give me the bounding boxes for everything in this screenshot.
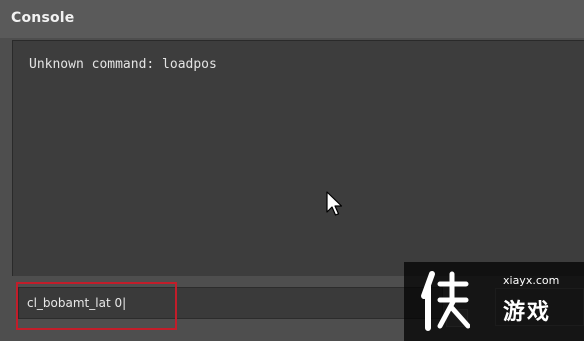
site-watermark: xiayx.com 游戏: [404, 262, 584, 341]
window-title: Console: [11, 10, 75, 26]
mouse-pointer-icon: [326, 191, 343, 216]
console-command-input[interactable]: [18, 287, 443, 319]
console-window: Console Unknown command: loadpos xiayx.c…: [0, 0, 584, 341]
xia-logo-icon: [421, 271, 470, 331]
titlebar[interactable]: Console: [0, 0, 584, 38]
watermark-url: xiayx.com: [503, 274, 560, 287]
watermark-name: 游戏: [503, 300, 552, 325]
console-output[interactable]: Unknown command: loadpos: [12, 40, 584, 276]
output-line: Unknown command: loadpos: [29, 57, 217, 72]
